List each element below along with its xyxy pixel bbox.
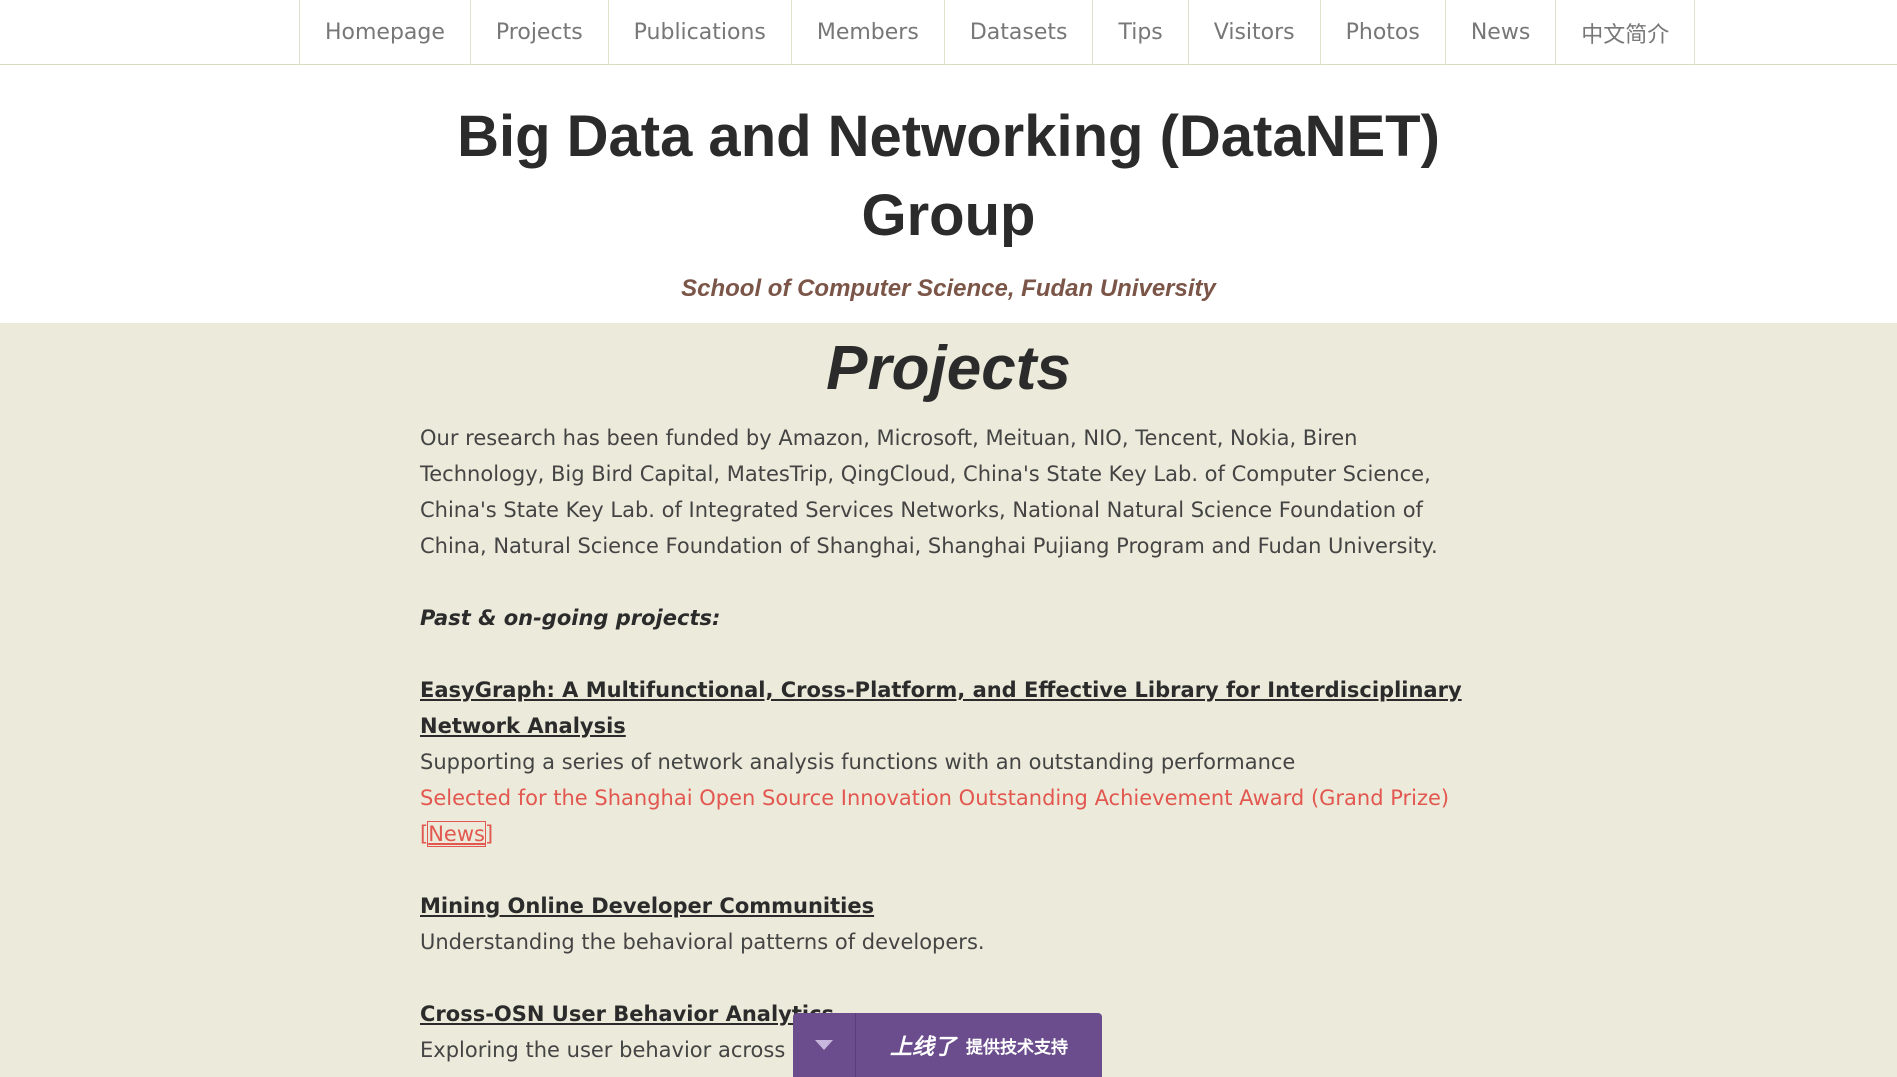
nav-item-publications[interactable]: Publications bbox=[609, 0, 792, 65]
site-title: Big Data and Networking (DataNET) Group bbox=[0, 97, 1897, 255]
main-content: Projects Our research has been funded by… bbox=[0, 323, 1897, 1077]
nav-item-homepage[interactable]: Homepage bbox=[300, 0, 471, 65]
award-news-link[interactable]: News bbox=[427, 821, 486, 847]
support-bar-link[interactable]: 上线了 提供技术支持 bbox=[856, 1013, 1102, 1077]
support-bar-toggle-button[interactable] bbox=[793, 1013, 856, 1077]
tech-support-bar: 上线了 提供技术支持 bbox=[793, 1013, 1102, 1077]
project-title-link[interactable]: EasyGraph: A Multifunctional, Cross-Plat… bbox=[420, 672, 1480, 744]
nav-item-visitors[interactable]: Visitors bbox=[1189, 0, 1321, 65]
nav-item-members[interactable]: Members bbox=[792, 0, 945, 65]
project-title-link[interactable]: Mining Online Developer Communities bbox=[420, 888, 1480, 924]
site-subtitle: School of Computer Science, Fudan Univer… bbox=[681, 275, 1216, 302]
top-navigation: Homepage Projects Publications Members D… bbox=[0, 0, 1897, 65]
award-link-bracket-open: [ bbox=[420, 822, 429, 846]
site-title-line-2: Group bbox=[861, 183, 1036, 248]
site-header: Big Data and Networking (DataNET) Group … bbox=[0, 65, 1897, 323]
award-text: Selected for the Shanghai Open Source In… bbox=[420, 786, 1450, 810]
project-item: Mining Online Developer Communities Unde… bbox=[420, 888, 1480, 960]
support-label: 提供技术支持 bbox=[966, 1037, 1068, 1058]
project-description: Supporting a series of network analysis … bbox=[420, 750, 1296, 774]
chevron-down-icon bbox=[815, 1040, 833, 1050]
nav-item-photos[interactable]: Photos bbox=[1321, 0, 1446, 65]
projects-section-label: Past & on-going projects: bbox=[420, 606, 721, 630]
nav-item-datasets[interactable]: Datasets bbox=[945, 0, 1094, 65]
project-item: EasyGraph: A Multifunctional, Cross-Plat… bbox=[420, 672, 1480, 852]
support-brand-logo: 上线了 bbox=[889, 1035, 956, 1060]
project-award: Selected for the Shanghai Open Source In… bbox=[420, 780, 1480, 852]
nav-item-projects[interactable]: Projects bbox=[471, 0, 609, 65]
content-body: Our research has been funded by Amazon, … bbox=[420, 420, 1480, 1077]
nav-item-news[interactable]: News bbox=[1446, 0, 1557, 65]
project-description: Understanding the behavioral patterns of… bbox=[420, 930, 985, 954]
nav-menu: Homepage Projects Publications Members D… bbox=[299, 0, 1696, 65]
nav-item-chinese-intro[interactable]: 中文简介 bbox=[1556, 0, 1696, 65]
site-title-line-1: Big Data and Networking (DataNET) bbox=[457, 104, 1440, 169]
funding-intro: Our research has been funded by Amazon, … bbox=[420, 426, 1438, 558]
award-link-bracket-close: ] bbox=[484, 822, 494, 846]
page-title: Projects bbox=[826, 334, 1071, 403]
nav-item-tips[interactable]: Tips bbox=[1093, 0, 1189, 65]
